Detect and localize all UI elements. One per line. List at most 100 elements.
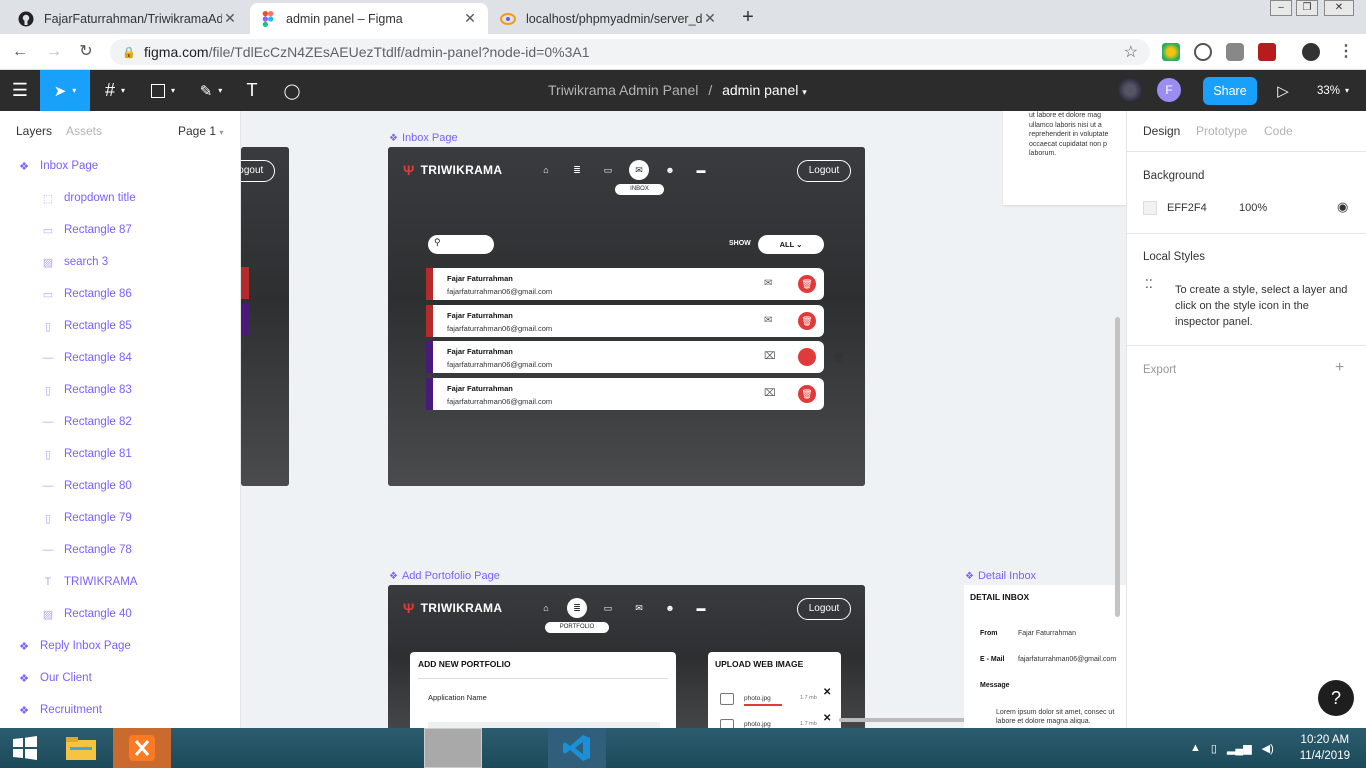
- volume-icon[interactable]: ◀): [1262, 742, 1274, 755]
- component-icon: ❖: [19, 672, 29, 685]
- vertical-scrollbar[interactable]: [1115, 317, 1120, 617]
- delete-button: 🗑: [798, 311, 816, 330]
- extension-icon[interactable]: [1162, 43, 1180, 61]
- lorem-text: ut labore et dolore mag ullamco laboris …: [1029, 112, 1109, 157]
- pdf-extension-icon[interactable]: [1258, 43, 1276, 61]
- layer-item[interactable]: ⬚ dropdown title: [0, 182, 240, 214]
- back-icon[interactable]: ←: [10, 42, 30, 62]
- layer-item[interactable]: ❖ Reply Inbox Page: [0, 630, 240, 662]
- layer-item[interactable]: ▯ Rectangle 85: [0, 310, 240, 342]
- frame-tool-icon[interactable]: # ▾: [94, 70, 136, 111]
- bookmark-star-icon[interactable]: ☆: [1124, 42, 1138, 62]
- devices-icon[interactable]: ▯: [1211, 742, 1217, 755]
- background-hex-input[interactable]: EFF2F4: [1167, 202, 1207, 214]
- clock-date: 11/4/2019: [1299, 750, 1350, 762]
- project-name: Triwikrama Admin Panel: [548, 82, 699, 98]
- shape-tool-icon[interactable]: ▾: [142, 70, 184, 111]
- frame-label-portfolio[interactable]: ❖ Add Portofolio Page: [389, 570, 500, 582]
- tab-layers[interactable]: Layers: [16, 124, 52, 138]
- layer-item[interactable]: ❖ Our Client: [0, 662, 240, 694]
- layer-item[interactable]: ❖ Recruitment: [0, 694, 240, 726]
- url-input[interactable]: 🔒 figma.com/file/TdlEcCzN4ZEsAEUezTtdlf/…: [110, 39, 1150, 65]
- vscode-icon[interactable]: [548, 728, 606, 768]
- reload-icon[interactable]: ↻: [76, 42, 96, 62]
- collaborator-avatar[interactable]: [1118, 78, 1142, 102]
- text-icon: T: [44, 576, 52, 588]
- layer-name: Rectangle 86: [64, 288, 132, 300]
- eye-visibility-icon[interactable]: ◉: [1337, 199, 1348, 215]
- xampp-icon[interactable]: [113, 728, 171, 768]
- detail-inbox-frame[interactable]: DETAIL INBOX From Fajar Faturrahman E - …: [964, 585, 1126, 728]
- present-play-icon[interactable]: ▷: [1272, 70, 1294, 111]
- share-button[interactable]: Share: [1203, 77, 1257, 105]
- tab-code[interactable]: Code: [1264, 124, 1293, 138]
- styles-grid-icon: ⁚⁚: [1145, 277, 1153, 291]
- forward-icon[interactable]: →: [44, 42, 64, 62]
- layer-item[interactable]: — Rectangle 82: [0, 406, 240, 438]
- layer-name: Inbox Page: [40, 160, 99, 172]
- browser-menu-icon[interactable]: ⋮: [1336, 42, 1356, 62]
- file-explorer-icon[interactable]: [58, 728, 104, 768]
- tab-design[interactable]: Design: [1143, 124, 1180, 138]
- layer-item[interactable]: T TRIWIKRAMA: [0, 566, 240, 598]
- hamburger-menu-icon[interactable]: ☰: [0, 70, 40, 111]
- profile-avatar[interactable]: [1302, 43, 1320, 61]
- frame-label-detail[interactable]: ❖ Detail Inbox: [965, 570, 1036, 582]
- browser-tab-phpmyadmin[interactable]: localhost/phpmyadmin/server_d ✕: [490, 3, 728, 34]
- file-title[interactable]: Triwikrama Admin Panel / admin panel ▾: [548, 82, 807, 98]
- layer-item[interactable]: ❖ Inbox Page: [0, 150, 240, 182]
- help-button[interactable]: ?: [1318, 680, 1354, 716]
- close-tab-icon[interactable]: ✕: [462, 10, 478, 27]
- system-clock[interactable]: 10:20 AM 11/4/2019: [1300, 732, 1350, 764]
- frame-label-inbox[interactable]: ❖ Inbox Page: [389, 132, 458, 144]
- tab-prototype[interactable]: Prototype: [1196, 124, 1247, 138]
- comment-tool-icon[interactable]: ◯: [280, 70, 304, 111]
- inbox-page-frame[interactable]: Ψ TRIWIKRAMA ⌂ ≣ ▭ ✉ ☻ ▬ INBOX Logout ⚲ S…: [388, 147, 865, 486]
- layer-item[interactable]: — Rectangle 84: [0, 342, 240, 374]
- background-color-swatch[interactable]: [1143, 201, 1157, 215]
- chrome-taskbar-item[interactable]: [424, 728, 482, 768]
- page-selector[interactable]: Page 1 ▾: [178, 124, 223, 138]
- minimize-icon[interactable]: –: [1270, 0, 1292, 16]
- layer-item[interactable]: ▨ search 3: [0, 246, 240, 278]
- local-styles-hint: To create a style, select a layer and cl…: [1175, 284, 1348, 328]
- user-avatar[interactable]: F: [1157, 78, 1181, 102]
- layer-item[interactable]: ▯ Rectangle 79: [0, 502, 240, 534]
- new-tab-icon[interactable]: +: [737, 6, 759, 28]
- text-tool-icon[interactable]: T: [240, 70, 264, 111]
- windows-start-icon[interactable]: [0, 728, 50, 768]
- restore-icon[interactable]: ❐: [1296, 0, 1318, 16]
- background-opacity-input[interactable]: 100%: [1239, 202, 1267, 214]
- close-tab-icon[interactable]: ✕: [702, 10, 718, 27]
- speed-icon[interactable]: [1194, 43, 1212, 61]
- mail-read-icon: ⌧: [764, 387, 776, 399]
- close-tab-icon[interactable]: ✕: [222, 10, 238, 27]
- browser-tab-figma[interactable]: admin panel – Figma ✕: [250, 3, 488, 34]
- partial-frame-left[interactable]: Logout: [241, 147, 289, 486]
- layer-item[interactable]: — Rectangle 80: [0, 470, 240, 502]
- zoom-dropdown[interactable]: 33% ▾: [1310, 70, 1356, 111]
- tab-assets[interactable]: Assets: [66, 124, 102, 138]
- partial-detail-frame[interactable]: ut labore et dolore mag ullamco laboris …: [1003, 111, 1126, 205]
- move-tool-icon[interactable]: ➤ ▾: [40, 70, 90, 111]
- frame-label-text: Inbox Page: [401, 132, 458, 144]
- tray-arrow-icon[interactable]: ▲: [1190, 742, 1201, 754]
- layer-item[interactable]: — Rectangle 78: [0, 534, 240, 566]
- layer-item[interactable]: ▨ Rectangle 40: [0, 598, 240, 630]
- add-export-icon[interactable]: +: [1335, 359, 1344, 377]
- file-name: photo.jpg: [744, 695, 771, 702]
- mail-strip: [241, 303, 249, 335]
- chat-extension-icon[interactable]: [1226, 43, 1244, 61]
- layer-item[interactable]: ▭ Rectangle 86: [0, 278, 240, 310]
- design-canvas[interactable]: Logout ❖Inbox Page ΨTRIWIKRAMA ⌂ ≣ ▭ ✉ ☻…: [241, 111, 1126, 728]
- layer-item[interactable]: ▯ Rectangle 81: [0, 438, 240, 470]
- zoom-level: 33%: [1316, 84, 1340, 97]
- browser-tab-github[interactable]: FajarFaturrahman/TriwikramaAdm ✕: [8, 3, 248, 34]
- layer-item[interactable]: ▯ Rectangle 83: [0, 374, 240, 406]
- mail-open-icon: ✉: [764, 278, 773, 289]
- layer-item[interactable]: ▭ Rectangle 87: [0, 214, 240, 246]
- window-close-icon[interactable]: ✕: [1324, 0, 1354, 16]
- network-icon[interactable]: ▂▄▆: [1227, 742, 1252, 755]
- pen-tool-icon[interactable]: ✎ ▾: [190, 70, 232, 111]
- add-portfolio-frame[interactable]: Ψ TRIWIKRAMA ⌂ ≣ ▭ ✉ ☻ ▬ PORTFOLIO Logout…: [388, 585, 865, 728]
